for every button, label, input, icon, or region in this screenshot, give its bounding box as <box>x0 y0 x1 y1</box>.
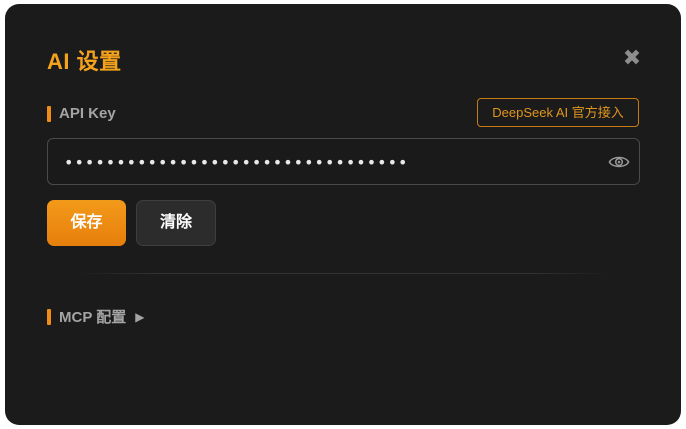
clear-button[interactable]: 清除 <box>136 200 216 246</box>
api-key-label: API Key <box>59 105 116 122</box>
dialog-title: AI 设置 <box>47 49 122 74</box>
close-icon[interactable]: ✖ <box>621 47 643 69</box>
caret-right-icon: ▶ <box>135 309 145 324</box>
api-key-section-label: API Key <box>47 105 116 122</box>
section-accent-bar <box>47 105 51 122</box>
deepseek-provider-link[interactable]: DeepSeek AI 官方接入 <box>477 98 639 127</box>
section-divider <box>77 273 611 274</box>
section-accent-bar <box>47 308 51 325</box>
mcp-config-label: MCP 配置 <box>59 309 127 326</box>
api-key-field <box>47 138 640 186</box>
eye-icon[interactable] <box>608 152 630 172</box>
save-button[interactable]: 保存 <box>47 200 126 246</box>
api-key-input[interactable] <box>62 139 596 186</box>
mcp-config-toggle[interactable]: MCP 配置 ▶ <box>47 306 144 327</box>
ai-settings-dialog: AI 设置 ✖ API Key DeepSeek AI 官方接入 保存 清除 M… <box>5 4 681 425</box>
